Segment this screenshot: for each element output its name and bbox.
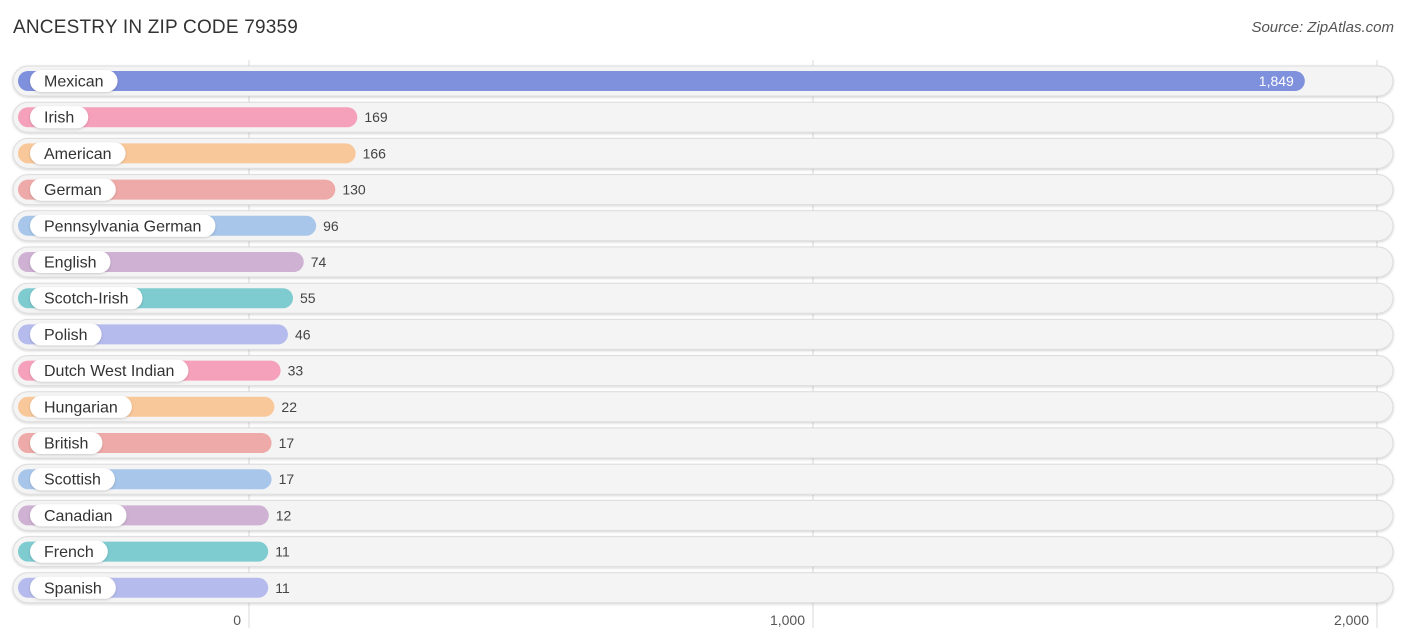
bar-value-label: 166 [363,145,387,161]
bar-row: Hungarian 22 [12,391,1394,423]
bar-category-label: British [44,436,88,453]
bar-category-label: Canadian [44,508,113,525]
x-tick-label: 0 [233,612,241,628]
bar-row: Irish 169 [12,101,1394,133]
bar-value-label: 46 [295,326,311,342]
bar-value-label: 33 [288,363,304,379]
x-tick-label: 1,000 [770,612,805,628]
bar-row: Scottish 17 [12,463,1394,495]
bar-value-label: 130 [342,182,366,198]
bar-chart: Mexican 1,849 Irish 169 American 166 German 130… [12,60,1394,628]
bar-row: German 130 [12,174,1394,206]
bar-row: English 74 [12,246,1394,278]
bar-row: American 166 [12,137,1394,169]
bar-row: Spanish 11 [12,572,1394,604]
bar-row: Dutch West Indian 33 [12,355,1394,387]
bar-category-label: American [44,146,112,163]
bar-row: Canadian 12 [12,499,1394,531]
bar-value-label: 74 [311,254,327,270]
x-tick-label: 2,000 [1334,612,1369,628]
bar-row: Mexican 1,849 [12,65,1394,97]
bar-row: British 17 [12,427,1394,459]
bar-value-label: 12 [276,507,292,523]
bar-category-label: Mexican [44,74,104,91]
bar-row: Scotch-Irish 55 [12,282,1394,314]
bar-value-label: 17 [279,471,295,487]
bar[interactable] [18,71,1305,91]
bar-value-label: 55 [300,290,316,306]
bar-category-label: Scottish [44,472,101,489]
bar-row: Polish 46 [12,318,1394,350]
bar-value-label: 1,849 [1259,73,1294,89]
bar-category-label: Pennsylvania German [44,218,201,235]
bar-value-label: 11 [275,544,290,560]
bar-category-label: Hungarian [44,399,118,416]
bar-value-label: 22 [281,399,297,415]
bar-value-label: 17 [279,435,295,451]
bar-category-label: Scotch-Irish [44,291,128,308]
bar-category-label: Spanish [44,580,102,597]
bar-category-label: French [44,544,94,561]
bar-category-label: Polish [44,327,88,344]
bar-category-label: German [44,182,102,199]
bar-row: Pennsylvania German 96 [12,210,1394,242]
bar-value-label: 96 [323,218,339,234]
bar-category-label: Dutch West Indian [44,363,174,380]
bar-row: French 11 [12,536,1394,568]
bar-value-label: 169 [364,109,388,125]
bar-category-label: Irish [44,110,74,127]
bar-category-label: English [44,255,96,272]
bar-value-label: 11 [275,580,290,596]
